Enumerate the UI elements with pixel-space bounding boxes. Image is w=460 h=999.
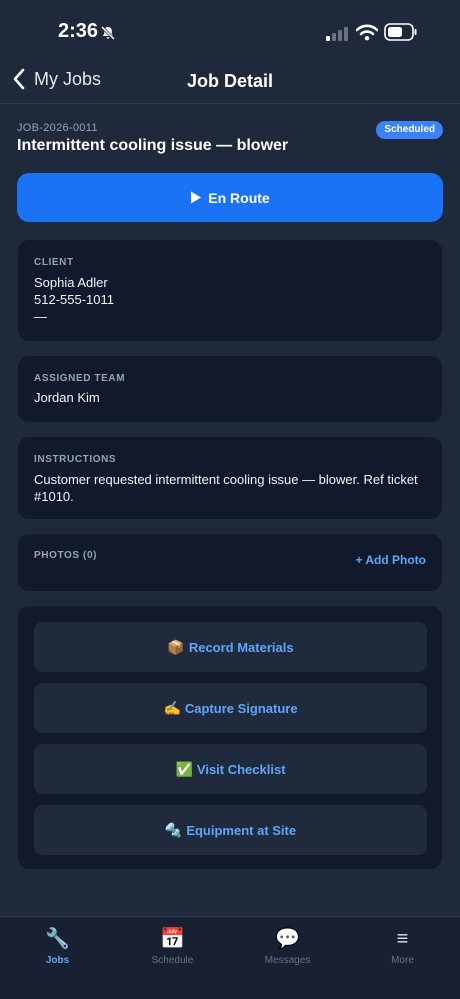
writing-hand-icon: ✍️ [163, 699, 181, 716]
wrench-icon: 🔧 [45, 928, 70, 950]
client-extra: — [34, 309, 47, 324]
speech-bubble-icon: 💬 [275, 928, 300, 950]
job-detail-screen: 2:36 My Jobs Job Detail JOB-2026-0011 Sc… [0, 0, 460, 999]
add-photo-button[interactable]: + Add Photo [355, 553, 426, 567]
cellular-signal-icon [326, 27, 348, 41]
tab-schedule[interactable]: 📅 Schedule [115, 925, 230, 966]
play-icon [191, 191, 202, 204]
instructions-card: INSTRUCTIONS Customer requested intermit… [17, 436, 443, 520]
job-title: Intermittent cooling issue — blower [17, 137, 289, 154]
tab-more[interactable]: ≡ More [345, 925, 460, 966]
job-id: JOB-2026-0011 [17, 122, 98, 134]
photos-card: PHOTOS (0) + Add Photo [17, 533, 443, 592]
tab-schedule-label: Schedule [151, 955, 194, 966]
tab-messages[interactable]: 💬 Messages [230, 925, 345, 966]
record-materials-button[interactable]: 📦 Record Materials [34, 622, 427, 672]
capture-signature-label: Capture Signature [184, 700, 298, 716]
capture-signature-button[interactable]: ✍️ Capture Signature [34, 683, 427, 733]
client-phone[interactable]: 512-555-1011 [34, 291, 426, 308]
page-title: Job Detail [186, 71, 274, 91]
wifi-icon [356, 24, 378, 41]
client-card: CLIENT Sophia Adler 512-555-1011 — [17, 239, 443, 342]
assigned-team-card: ASSIGNED TEAM Jordan Kim [17, 355, 443, 423]
record-materials-label: Record Materials [188, 639, 294, 655]
tab-more-label: More [391, 955, 414, 966]
battery-icon [384, 23, 417, 41]
en-route-label: En Route [208, 189, 270, 206]
menu-icon: ≡ [396, 928, 409, 950]
nut-and-bolt-icon: 🔩 [164, 821, 183, 838]
navigation-bar: My Jobs Job Detail [0, 62, 460, 104]
instructions-text: Customer requested intermittent cooling … [34, 472, 418, 504]
client-name: Sophia Adler [34, 275, 108, 290]
calendar-icon: 📅 [160, 928, 185, 950]
assigned-team-label: ASSIGNED TEAM [34, 373, 126, 384]
client-label: CLIENT [34, 257, 74, 268]
tab-jobs-label: Jobs [45, 955, 70, 966]
status-bar: 2:36 [0, 0, 460, 62]
tab-messages-label: Messages [264, 955, 311, 966]
tab-bar: 🔧 Jobs 📅 Schedule 💬 Messages ≡ More [0, 916, 460, 999]
check-mark-icon: ✅ [175, 760, 193, 777]
tab-jobs[interactable]: 🔧 Jobs [0, 925, 115, 966]
equipment-at-site-label: Equipment at Site [186, 822, 297, 838]
visit-checklist-button[interactable]: ✅ Visit Checklist [34, 744, 427, 794]
bell-off-icon [100, 25, 116, 41]
status-badge: Scheduled [376, 121, 443, 139]
instructions-label: INSTRUCTIONS [34, 454, 117, 465]
assigned-team-member: Jordan Kim [34, 390, 100, 405]
equipment-at-site-button[interactable]: 🔩 Equipment at Site [34, 805, 427, 855]
en-route-button[interactable]: En Route [17, 173, 443, 222]
visit-checklist-label: Visit Checklist [196, 761, 286, 777]
package-icon: 📦 [167, 638, 185, 655]
status-time: 2:36 [58, 20, 99, 42]
actions-card: 📦 Record Materials ✍️ Capture Signature … [17, 605, 443, 870]
